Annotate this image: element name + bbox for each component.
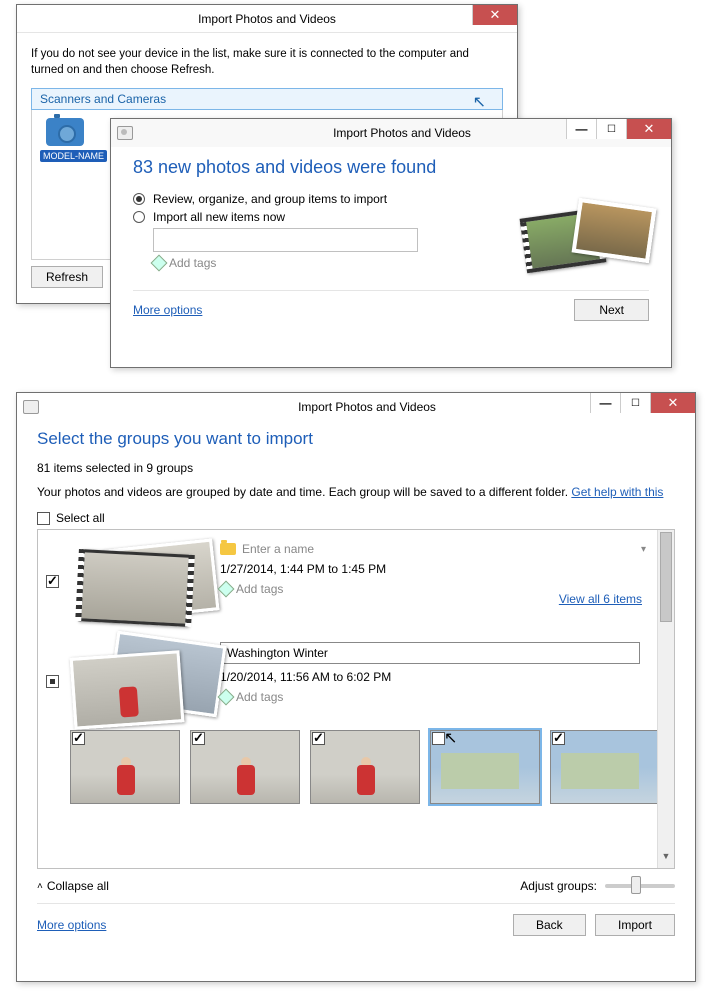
group-item: Enter a name ▾ 1/27/2014, 1:44 PM to 1:4… <box>46 538 666 618</box>
photo-thumb[interactable] <box>550 730 660 804</box>
instruction-text: If you do not see your device in the lis… <box>31 47 503 78</box>
select-all-row[interactable]: Select all <box>37 511 675 525</box>
thumbnail-item[interactable]: ↖ <box>430 730 540 804</box>
thumb-checkbox[interactable] <box>432 732 445 745</box>
groups-scroll-area[interactable]: Enter a name ▾ 1/27/2014, 1:44 PM to 1:4… <box>37 529 675 869</box>
more-options-link[interactable]: More options <box>37 918 106 932</box>
scroll-down-icon[interactable]: ▼ <box>658 851 674 868</box>
titlebar[interactable]: Import Photos and Videos — ☐ ✕ <box>111 119 671 147</box>
select-all-checkbox[interactable] <box>37 512 50 525</box>
found-heading: 83 new photos and videos were found <box>133 157 649 178</box>
photo-thumb[interactable] <box>70 730 180 804</box>
adjust-groups-slider[interactable] <box>605 884 675 888</box>
more-options-link[interactable]: More options <box>133 303 202 317</box>
refresh-button[interactable]: Refresh <box>31 266 103 288</box>
folder-icon <box>220 543 236 555</box>
titlebar[interactable]: Import Photos and Videos — ☐ ✕ <box>17 393 695 421</box>
minimize-button[interactable]: — <box>590 393 620 413</box>
group-date-range: 1/27/2014, 1:44 PM to 1:45 PM <box>220 562 666 576</box>
page-heading: Select the groups you want to import <box>37 429 675 449</box>
maximize-button[interactable]: ☐ <box>596 119 626 139</box>
radio-icon <box>133 193 145 205</box>
tag-icon <box>151 255 168 272</box>
select-groups-window: Import Photos and Videos — ☐ ✕ Select th… <box>16 392 696 982</box>
thumbnail-item[interactable] <box>550 730 660 804</box>
group-date-range: 1/20/2014, 11:56 AM to 6:02 PM <box>220 670 666 684</box>
radio-icon <box>133 211 145 223</box>
group-name-input[interactable] <box>220 642 640 664</box>
group-checkbox[interactable] <box>46 675 59 688</box>
window-title: Import Photos and Videos <box>17 12 517 26</box>
selection-summary: 81 items selected in 9 groups <box>37 461 675 475</box>
app-icon <box>117 126 133 140</box>
cursor-icon: ↖ <box>473 92 486 112</box>
adjust-groups-label: Adjust groups: <box>520 879 597 893</box>
close-button[interactable]: ✕ <box>626 119 671 139</box>
thumb-checkbox[interactable] <box>192 732 205 745</box>
camera-icon <box>46 118 84 146</box>
import-button[interactable]: Import <box>595 914 675 936</box>
thumb-checkbox[interactable] <box>552 732 565 745</box>
group-item: 1/20/2014, 11:56 AM to 6:02 PM Add tags <box>46 638 666 718</box>
maximize-button[interactable]: ☐ <box>620 393 650 413</box>
preview-stack <box>523 203 653 293</box>
back-button[interactable]: Back <box>513 914 586 936</box>
vertical-scrollbar[interactable]: ▲ ▼ <box>657 530 674 868</box>
import-found-window: Import Photos and Videos — ☐ ✕ 83 new ph… <box>110 118 672 368</box>
scanners-cameras-header[interactable]: Scanners and Cameras ↖ <box>31 88 503 110</box>
thumbnail-item[interactable] <box>70 730 180 804</box>
chevron-up-icon: ˄ <box>37 881 43 892</box>
thumbnail-row: ↖ <box>70 730 666 804</box>
next-button[interactable]: Next <box>574 299 649 321</box>
close-button[interactable]: ✕ <box>472 5 517 25</box>
close-button[interactable]: ✕ <box>650 393 695 413</box>
tag-icon <box>218 581 235 598</box>
expand-icon[interactable]: ▾ <box>641 544 646 555</box>
group-checkbox[interactable] <box>46 575 59 588</box>
collapse-all-link[interactable]: ˄ Collapse all <box>37 879 109 893</box>
device-label: MODEL-NAME <box>40 150 107 162</box>
photo-thumb[interactable] <box>190 730 300 804</box>
add-tags-link[interactable]: Add tags <box>220 690 666 704</box>
thumbnail-item[interactable] <box>190 730 300 804</box>
select-all-label: Select all <box>56 511 105 525</box>
group-thumbnail[interactable] <box>72 638 212 718</box>
photo-thumb[interactable] <box>310 730 420 804</box>
device-item[interactable]: MODEL-NAME <box>40 118 110 162</box>
group-description: Your photos and videos are grouped by da… <box>37 485 675 499</box>
section-label: Scanners and Cameras <box>40 92 166 106</box>
cursor-icon: ↖ <box>444 728 457 748</box>
add-tags-label: Add tags <box>169 256 216 270</box>
view-all-link[interactable]: View all 6 items <box>559 592 642 606</box>
option-label: Review, organize, and group items to imp… <box>153 192 387 206</box>
scroll-thumb[interactable] <box>660 532 672 622</box>
thumb-checkbox[interactable] <box>312 732 325 745</box>
app-icon <box>23 400 39 414</box>
option-label: Import all new items now <box>153 210 285 224</box>
tags-input[interactable] <box>153 228 418 252</box>
help-link[interactable]: Get help with this <box>571 485 663 499</box>
minimize-button[interactable]: — <box>566 119 596 139</box>
group-name-placeholder[interactable]: Enter a name <box>242 542 314 556</box>
thumb-checkbox[interactable] <box>72 732 85 745</box>
titlebar[interactable]: Import Photos and Videos ✕ <box>17 5 517 33</box>
group-thumbnail[interactable] <box>72 538 212 618</box>
thumbnail-item[interactable] <box>310 730 420 804</box>
